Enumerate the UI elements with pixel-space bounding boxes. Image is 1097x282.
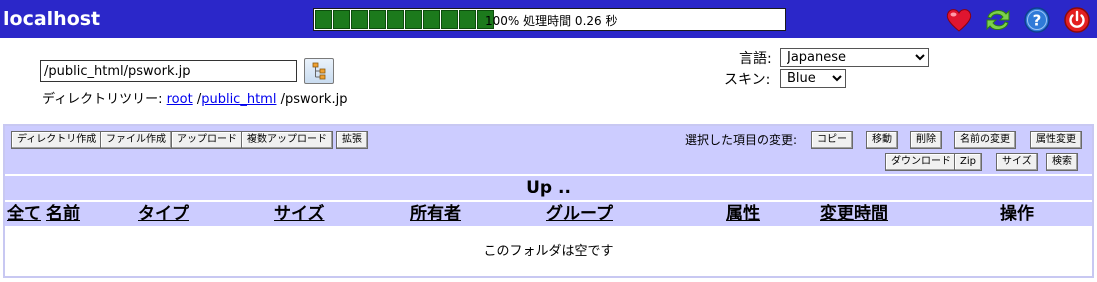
- empty-folder-message: このフォルダは空です: [483, 244, 614, 259]
- progress-segment: [333, 10, 350, 29]
- change-attributes-button[interactable]: 属性変更: [1030, 131, 1082, 149]
- create-file-button[interactable]: ファイル作成: [100, 131, 172, 149]
- file-manager-panel: ディレクトリ作成 ファイル作成 アップロード 複数アップロード 拡張 選択した項…: [3, 124, 1094, 278]
- column-modified-time[interactable]: 変更時間: [818, 202, 996, 226]
- logout-power-icon[interactable]: [1062, 5, 1092, 34]
- progress-segment: [459, 10, 476, 29]
- rename-button[interactable]: 名前の変更: [954, 131, 1016, 149]
- language-label: 言語:: [739, 51, 772, 67]
- download-button[interactable]: ダウンロード: [885, 153, 957, 171]
- progress-segment: [351, 10, 368, 29]
- parent-directory-link[interactable]: Up ..: [5, 176, 1092, 200]
- column-name[interactable]: 名前: [44, 202, 134, 226]
- help-icon[interactable]: ?: [1022, 5, 1052, 34]
- favorite-heart-icon[interactable]: [944, 5, 974, 34]
- breadcrumb-current: pswork.jp: [284, 92, 348, 107]
- create-directory-button[interactable]: ディレクトリ作成: [11, 131, 103, 149]
- progress-text: 100% 処理時間 0.26 秒: [485, 14, 618, 28]
- progress-fill: [315, 10, 495, 29]
- skin-label: スキン:: [724, 72, 771, 88]
- progress-segment: [405, 10, 422, 29]
- progress-bar: 100% 処理時間 0.26 秒: [313, 8, 786, 31]
- column-actions: 操作: [998, 202, 1092, 226]
- column-group[interactable]: グループ: [544, 202, 722, 226]
- column-type[interactable]: タイプ: [136, 202, 270, 226]
- progress-segment: [369, 10, 386, 29]
- skin-select[interactable]: Blue: [780, 69, 846, 88]
- action-toolbar: ディレクトリ作成 ファイル作成 アップロード 複数アップロード 拡張 選択した項…: [5, 126, 1092, 174]
- column-size[interactable]: サイズ: [272, 202, 406, 226]
- progress-segment: [315, 10, 332, 29]
- tree-label: ディレクトリツリー:: [42, 92, 163, 107]
- progress-segment: [387, 10, 404, 29]
- path-input[interactable]: [40, 60, 297, 82]
- size-button[interactable]: サイズ: [996, 153, 1038, 171]
- site-title: localhost: [3, 8, 101, 30]
- delete-button[interactable]: 削除: [910, 131, 942, 149]
- directory-breadcrumb: ディレクトリツリー: root /public_html /pswork.jp: [42, 92, 348, 107]
- folder-tree-icon: [312, 62, 326, 80]
- selection-label: 選択した項目の変更:: [685, 133, 798, 147]
- breadcrumb-root-link[interactable]: root: [167, 92, 193, 107]
- move-button[interactable]: 移動: [866, 131, 898, 149]
- header-bar: localhost 100% 処理時間 0.26 秒 ?: [0, 0, 1097, 38]
- table-header: 全て 名前 タイプ サイズ 所有者 グループ 属性 変更時間 操作: [5, 202, 1092, 226]
- multi-upload-button[interactable]: 複数アップロード: [241, 131, 333, 149]
- upload-button[interactable]: アップロード: [171, 131, 243, 149]
- breadcrumb-public-html-link[interactable]: public_html: [201, 92, 276, 107]
- search-button[interactable]: 検索: [1046, 153, 1078, 171]
- zip-button[interactable]: Zip: [954, 153, 982, 171]
- column-attributes[interactable]: 属性: [724, 202, 816, 226]
- column-select-all[interactable]: 全て: [5, 202, 42, 226]
- language-select[interactable]: Japanese: [780, 48, 929, 67]
- svg-text:?: ?: [1033, 11, 1042, 29]
- column-owner[interactable]: 所有者: [408, 202, 542, 226]
- directory-tree-button[interactable]: [304, 58, 334, 84]
- progress-segment: [441, 10, 458, 29]
- copy-button[interactable]: コピー: [811, 131, 853, 149]
- progress-segment: [423, 10, 440, 29]
- extend-button[interactable]: 拡張: [336, 131, 368, 149]
- refresh-icon[interactable]: [983, 5, 1013, 34]
